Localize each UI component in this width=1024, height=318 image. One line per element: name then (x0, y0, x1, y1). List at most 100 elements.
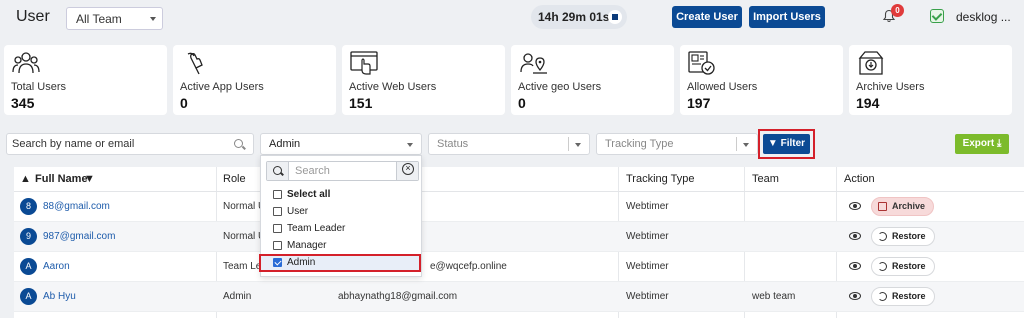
create-user-button[interactable]: Create User (672, 6, 742, 28)
team-select[interactable]: All Team (66, 7, 163, 30)
dropdown-option-label: User (287, 206, 309, 217)
avatar: A (20, 288, 37, 305)
tracking-type-select[interactable]: Tracking Type (596, 133, 758, 155)
download-icon: ⤓ (994, 138, 1002, 149)
dropdown-option-label: Team Leader (287, 223, 346, 234)
dropdown-option-team-leader[interactable]: Team Leader (261, 221, 421, 237)
restore-icon (878, 292, 887, 301)
dropdown-option-manager[interactable]: Manager (261, 238, 421, 254)
archive-box-icon (858, 51, 884, 75)
eye-icon[interactable] (849, 262, 861, 270)
chevron-down-icon (575, 143, 581, 147)
stat-label: Active App Users (180, 81, 264, 93)
avatar[interactable] (930, 9, 944, 23)
tracking-type-placeholder: Tracking Type (605, 138, 674, 150)
column-header-team: Team (752, 173, 779, 185)
stop-icon[interactable] (608, 10, 622, 24)
dropdown-search-input[interactable]: Search (266, 161, 419, 181)
table-row: 8 88@gmail.com Normal U Webtimer Archive (14, 192, 1024, 222)
admin-highlight-box (259, 254, 421, 272)
user-name-link[interactable]: Ab Hyu (43, 291, 76, 302)
role-select[interactable]: Admin (260, 133, 422, 155)
funnel-icon: ▼ (767, 138, 781, 149)
dropdown-option-label: Select all (287, 189, 331, 200)
table-row: A Ab Hyu Admin abhaynathg18@gmail.com We… (14, 282, 1024, 312)
column-header-action: Action (844, 173, 875, 185)
restore-icon (878, 232, 887, 241)
export-button-label: Export (962, 138, 995, 149)
checkbox[interactable] (273, 190, 282, 199)
search-placeholder: Search by name or email (12, 138, 135, 150)
chevron-down-icon (150, 17, 156, 21)
eye-icon[interactable] (849, 232, 861, 240)
stat-card-total-users: Total Users 345 (4, 45, 167, 115)
restore-button-label: Restore (892, 231, 926, 241)
sort-up-icon[interactable]: ▲ (20, 173, 31, 185)
page-title: User (16, 8, 50, 25)
table-row: 9 987@gmail.com Normal U Webtimer Restor… (14, 222, 1024, 252)
avatar: 9 (20, 228, 37, 245)
stat-label: Allowed Users (687, 81, 758, 93)
user-name-link[interactable]: Aaron (43, 261, 70, 272)
team-select-value: All Team (76, 12, 122, 26)
select-divider (736, 137, 737, 151)
restore-button[interactable]: Restore (871, 287, 935, 306)
email-cell: abhaynathg18@gmail.com (338, 291, 458, 302)
dropdown-option-label: Manager (287, 240, 327, 251)
status-select[interactable]: Status (428, 133, 590, 155)
user-name[interactable]: desklog ... (956, 10, 1011, 24)
archive-button-label: Archive (892, 201, 926, 211)
stat-card-active-app-users: Active App Users 0 (173, 45, 336, 115)
tracking-cell: Webtimer (626, 201, 669, 212)
stat-label: Active Web Users (349, 81, 437, 93)
column-header-full-name[interactable]: Full Name (35, 173, 88, 185)
notification-badge: 0 (891, 4, 904, 17)
top-bar: User All Team 14h 29m 01s Create User Im… (0, 0, 1024, 38)
checkbox[interactable] (273, 207, 282, 216)
checkbox[interactable] (273, 241, 282, 250)
restore-button-label: Restore (892, 291, 926, 301)
tracking-cell: Webtimer (626, 231, 669, 242)
stat-value: 151 (349, 95, 373, 111)
table-header: ▲ Full Name ▼ Role Tracking Type Team Ac… (14, 167, 1024, 192)
browser-click-icon (350, 51, 378, 75)
tracking-cell: Webtimer (626, 261, 669, 272)
stat-value: 345 (11, 95, 35, 111)
user-name-link[interactable]: 987@gmail.com (43, 231, 115, 242)
search-input[interactable]: Search by name or email (6, 133, 254, 155)
stat-card-archive-users: Archive Users 194 (849, 45, 1012, 115)
stat-label: Archive Users (856, 81, 925, 93)
dropdown-option-user[interactable]: User (261, 204, 421, 220)
role-cell: Normal U (223, 201, 266, 212)
eye-icon[interactable] (849, 202, 861, 210)
search-icon (234, 139, 243, 148)
sort-down-icon[interactable]: ▼ (84, 173, 95, 185)
stat-value: 197 (687, 95, 711, 111)
chevron-down-icon (743, 143, 749, 147)
role-select-value: Admin (269, 138, 301, 150)
restore-icon (878, 262, 887, 271)
user-location-icon (520, 53, 547, 74)
filter-button[interactable]: ▼ Filter (763, 134, 810, 154)
import-users-button[interactable]: Import Users (749, 6, 825, 28)
timer-value: 14h 29m 01s (538, 10, 610, 24)
touch-hand-icon (187, 52, 203, 75)
archive-icon (878, 202, 887, 211)
eye-icon[interactable] (849, 292, 861, 300)
export-button[interactable]: Export ⤓ (955, 134, 1009, 154)
search-icon (267, 162, 289, 180)
role-cell: Normal U (223, 231, 266, 242)
clear-icon[interactable] (396, 162, 418, 180)
dropdown-search-placeholder: Search (295, 165, 330, 177)
restore-button[interactable]: Restore (871, 257, 935, 276)
stat-value: 0 (518, 95, 526, 111)
dropdown-option-select-all[interactable]: Select all (261, 187, 421, 203)
checkbox[interactable] (273, 224, 282, 233)
stat-card-active-geo-users: Active geo Users 0 (511, 45, 674, 115)
archive-button[interactable]: Archive (871, 197, 935, 216)
avatar: A (20, 258, 37, 275)
stat-card-active-web-users: Active Web Users 151 (342, 45, 505, 115)
stat-label: Active geo Users (518, 81, 602, 93)
user-name-link[interactable]: 88@gmail.com (43, 201, 110, 212)
restore-button[interactable]: Restore (871, 227, 935, 246)
